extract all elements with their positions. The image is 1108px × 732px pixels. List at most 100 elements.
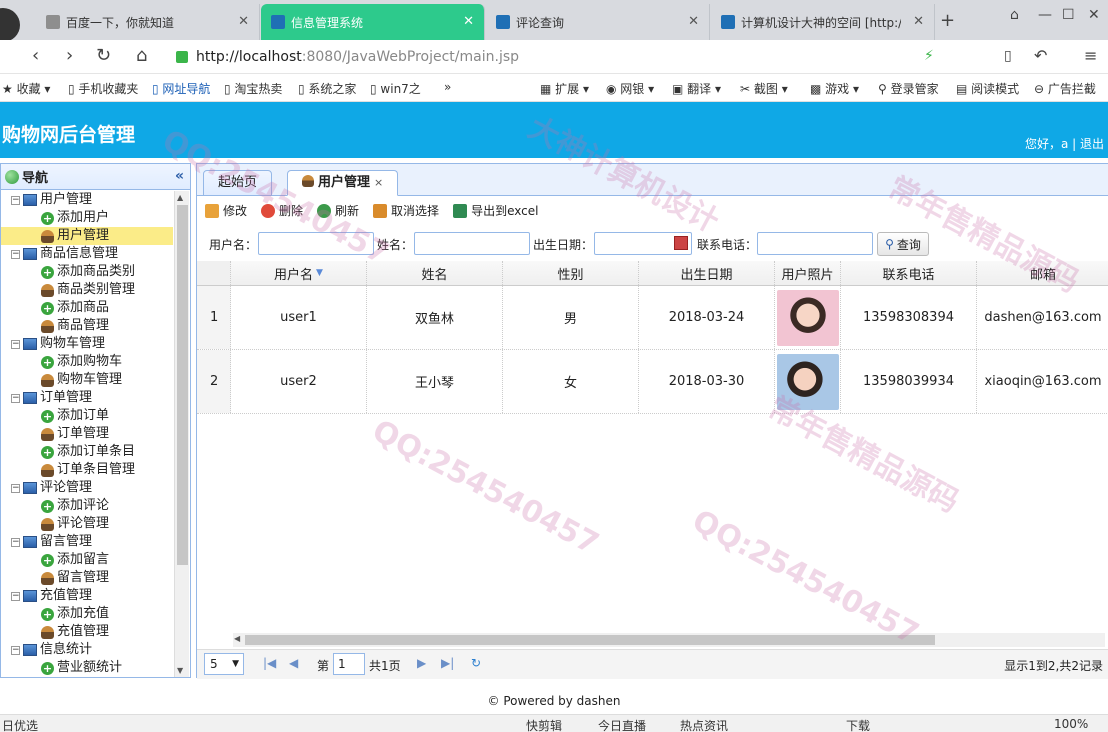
undo-icon[interactable]: ↶ [1034,46,1047,65]
sidebar-item[interactable]: + 添加用户 [1,209,173,227]
url-field[interactable]: http://localhost :8080/JavaWebProject/ma… [176,46,916,68]
calendar-icon[interactable] [674,236,688,250]
close-tab-icon[interactable]: ✕ [913,14,924,29]
close-tab-icon[interactable]: ✕ [688,14,699,29]
maximize-icon[interactable]: ☐ [1062,7,1075,23]
sidebar-item[interactable]: 充值管理 [1,623,173,641]
collapse-toggle-icon[interactable]: − [11,393,20,403]
home-icon[interactable]: ⌂ [136,45,147,66]
status-item[interactable]: 热点资讯 [680,717,728,732]
table-row[interactable]: 1 user1 双鱼林 男 2018-03-24 13598308394 das… [197,286,1108,350]
collapse-toggle-icon[interactable]: − [11,591,20,601]
phone-input[interactable] [757,232,873,255]
bookmark-xitong[interactable]: ▯ 系统之家 [298,80,356,97]
column-header-gender[interactable]: 性别 [503,261,639,285]
bookmark-nav[interactable]: ▯ 网址导航 [152,80,210,97]
toolbar-adblock[interactable]: ⊖ 广告拦截 [1034,80,1096,97]
bookmark-favorites[interactable]: ★ 收藏 ▾ [2,80,50,97]
bookmark-more[interactable]: » [444,80,451,94]
birthdate-input[interactable] [594,232,692,255]
column-header-name[interactable]: 姓名 [367,261,503,285]
toolbar-extensions[interactable]: ▦ 扩展 ▾ [540,80,589,97]
collapse-toggle-icon[interactable]: − [11,249,20,259]
tab-user-management[interactable]: 用户管理 × [287,170,399,196]
grid-horizontal-scrollbar[interactable]: ◀ [233,633,1105,647]
username-input[interactable] [258,232,374,255]
export-excel-button[interactable]: 导出到excel [453,202,538,219]
sidebar-item[interactable]: + 添加评论 [1,497,173,515]
delete-button[interactable]: 删除 [261,202,303,219]
column-header-email[interactable]: 邮箱 [977,261,1108,285]
column-header-phone[interactable]: 联系电话 [841,261,977,285]
menu-icon[interactable]: ≡ [1084,46,1097,65]
edit-button[interactable]: 修改 [205,202,247,219]
sidebar-group[interactable]: − 留言管理 [1,533,173,551]
table-row[interactable]: 2 user2 王小琴 女 2018-03-30 13598039934 xia… [197,350,1108,414]
forward-icon[interactable]: › [66,45,73,66]
status-item[interactable]: 今日直播 [598,717,646,732]
sidebar-item[interactable]: 评论管理 [1,515,173,533]
sidebar-item[interactable]: + 添加留言 [1,551,173,569]
reload-icon[interactable]: ↻ [96,45,111,66]
close-tab-icon[interactable]: ✕ [238,14,249,29]
sidebar-item[interactable]: + 添加商品 [1,299,173,317]
page-number-input[interactable]: 1 [333,653,365,675]
sidebar-group[interactable]: − 评论管理 [1,479,173,497]
collapse-toggle-icon[interactable]: − [11,339,20,349]
bookmark-win7[interactable]: ▯ win7之 [370,80,421,97]
sidebar-group[interactable]: − 充值管理 [1,587,173,605]
sidebar-item[interactable]: 订单管理 [1,425,173,443]
scroll-up-icon[interactable]: ▲ [177,193,183,202]
scroll-down-icon[interactable]: ▼ [177,666,183,675]
zoom-level[interactable]: 100% [1054,717,1088,731]
toolbar-translate[interactable]: ▣ 翻译 ▾ [672,80,721,97]
collapse-sidebar-icon[interactable]: « [175,168,184,184]
sidebar-item[interactable]: + 添加购物车 [1,353,173,371]
column-header-username[interactable]: 用户名 ▼ [231,261,367,285]
minimize-icon[interactable]: — [1038,7,1052,23]
name-input[interactable] [414,232,530,255]
status-item[interactable]: 下载 [846,717,870,732]
browser-tab-info-system[interactable]: 信息管理系统 ✕ [261,4,485,40]
sidebar-group[interactable]: − 用户管理 [1,191,173,209]
prev-page-icon[interactable]: ◀ [289,656,298,670]
column-header-photo[interactable]: 用户照片 [775,261,841,285]
toolbar-games[interactable]: ▩ 游戏 ▾ [810,80,859,97]
first-page-icon[interactable]: |◀ [263,656,276,670]
sidebar-scrollbar[interactable]: ▲ ▼ [174,191,189,677]
sidebar-item[interactable]: + 添加充值 [1,605,173,623]
reload-page-icon[interactable]: ↻ [471,656,481,670]
phone-icon[interactable]: ▯ [1004,48,1012,64]
sidebar-item[interactable]: + 添加订单 [1,407,173,425]
collapse-toggle-icon[interactable]: − [11,195,20,205]
sidebar-item[interactable]: 留言管理 [1,569,173,587]
collapse-toggle-icon[interactable]: − [11,483,20,493]
status-item[interactable]: 快剪辑 [526,717,562,732]
refresh-button[interactable]: 刷新 [317,202,359,219]
speed-icon[interactable]: ⚡ [924,48,934,64]
sidebar-group[interactable]: − 购物车管理 [1,335,173,353]
tab-start-page[interactable]: 起始页 [203,170,273,196]
sidebar-item[interactable]: 用户管理 [1,227,173,245]
browser-tab-baidu[interactable]: 百度一下，你就知道 ✕ [36,4,260,40]
column-header-birthdate[interactable]: 出生日期 [639,261,775,285]
toolbar-screenshot[interactable]: ✂ 截图 ▾ [740,80,788,97]
collapse-toggle-icon[interactable]: − [11,645,20,655]
close-tab-icon[interactable]: ✕ [463,14,474,29]
toolbar-bank[interactable]: ◉ 网银 ▾ [606,80,654,97]
bookmark-taobao[interactable]: ▯ 淘宝热卖 [224,80,282,97]
skin-icon[interactable]: ⌂ [1010,7,1019,23]
next-page-icon[interactable]: ▶ [417,656,426,670]
sidebar-item[interactable]: 商品管理 [1,317,173,335]
back-icon[interactable]: ‹ [32,45,39,66]
logout-link[interactable]: 退出 [1080,137,1104,151]
sidebar-item[interactable]: + 添加商品类别 [1,263,173,281]
sidebar-item[interactable]: 购物车管理 [1,371,173,389]
scrollbar-thumb[interactable] [245,635,935,645]
toolbar-login-manager[interactable]: ⚲ 登录管家 [878,80,939,97]
toolbar-reading-mode[interactable]: ▤ 阅读模式 [956,80,1019,97]
sidebar-group[interactable]: − 商品信息管理 [1,245,173,263]
sidebar-item[interactable]: 订单条目管理 [1,461,173,479]
browser-tab-comment-query[interactable]: 评论查询 ✕ [486,4,710,40]
status-item[interactable]: 日优选 [2,717,38,732]
